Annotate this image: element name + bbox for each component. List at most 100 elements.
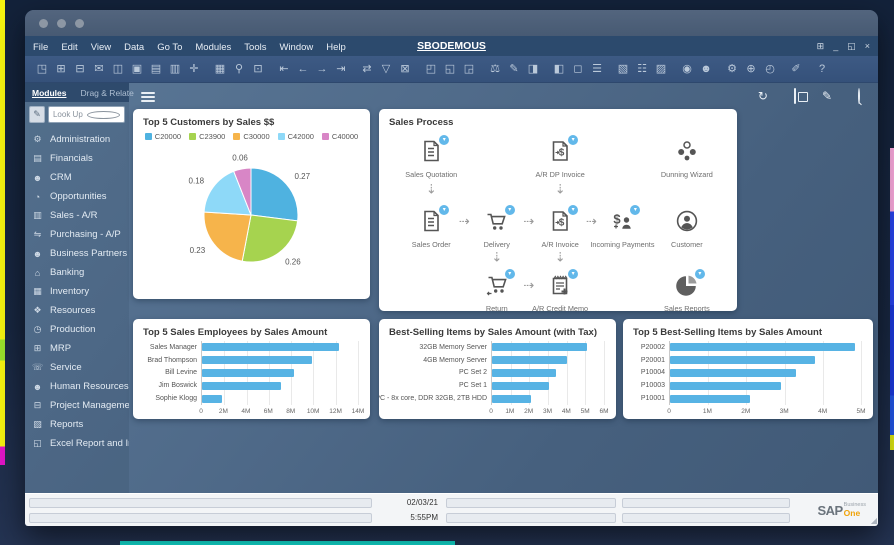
- sidebar-item-financials[interactable]: ▤Financials: [25, 149, 129, 168]
- node-action-badge[interactable]: ▾: [568, 135, 578, 145]
- print-preview-icon[interactable]: ⊟: [73, 64, 87, 75]
- sidebar-item-production[interactable]: ◷Production: [25, 320, 129, 339]
- traffic-light-zoom[interactable]: [75, 19, 84, 28]
- menu-window[interactable]: Window: [279, 42, 313, 53]
- menu-data[interactable]: Data: [124, 42, 144, 53]
- menu-modules[interactable]: Modules: [195, 42, 231, 53]
- edit-line-icon[interactable]: ✎: [507, 64, 521, 75]
- form-settings-icon[interactable]: ⊠: [398, 64, 412, 75]
- node-action-badge[interactable]: ▾: [695, 269, 705, 279]
- process-node-dunning-wizard[interactable]: Dunning Wizard: [654, 139, 720, 179]
- menu-go-to[interactable]: Go To: [157, 42, 182, 53]
- sidebar-item-service[interactable]: ☏Service: [25, 358, 129, 377]
- node-action-badge[interactable]: ▾: [630, 205, 640, 215]
- document-draft-icon[interactable]: ⚖: [488, 64, 502, 75]
- menu-help[interactable]: Help: [326, 42, 346, 53]
- process-node-a-r-dp-invoice[interactable]: ▾A/R DP Invoice: [527, 139, 593, 179]
- process-node-sales-reports[interactable]: ▾Sales Reports: [654, 273, 720, 311]
- send-email-icon[interactable]: ✉: [92, 64, 106, 75]
- sidebar-item-banking[interactable]: ⌂Banking: [25, 263, 129, 282]
- export-pdf-icon[interactable]: ▥: [168, 64, 182, 75]
- widget-gallery-icon[interactable]: [794, 90, 796, 102]
- copy-special-icon[interactable]: ◫: [111, 64, 125, 75]
- menu-settings-button[interactable]: ✎: [29, 106, 45, 123]
- next-record-icon[interactable]: →: [315, 64, 329, 75]
- time-icon[interactable]: ◴: [763, 64, 777, 75]
- process-node-a-r-invoice[interactable]: ▾A/R Invoice: [527, 209, 593, 249]
- process-node-return[interactable]: ▾Return: [464, 273, 530, 311]
- search-icon[interactable]: [858, 90, 860, 102]
- cockpit-menu-icon[interactable]: [141, 92, 155, 102]
- add-record-icon[interactable]: ⊡: [251, 64, 265, 75]
- journal-entry-icon[interactable]: ◱: [443, 64, 457, 75]
- refresh-record-icon[interactable]: ⇄: [360, 64, 374, 75]
- calendar-icon[interactable]: ▦: [213, 64, 227, 75]
- node-action-badge[interactable]: ▾: [568, 269, 578, 279]
- sidebar-item-crm[interactable]: ☻CRM: [25, 168, 129, 187]
- sidebar-item-mrp[interactable]: ⊞MRP: [25, 339, 129, 358]
- payment-means-icon[interactable]: ◧: [552, 64, 566, 75]
- node-action-badge[interactable]: ▾: [439, 135, 449, 145]
- minimize-icon[interactable]: _: [833, 41, 838, 51]
- settings-clock-icon[interactable]: ⚙: [725, 64, 739, 75]
- menu-tools[interactable]: Tools: [244, 42, 266, 53]
- sidebar-item-sales-a-r[interactable]: ▥Sales - A/R: [25, 206, 129, 225]
- sidebar-item-business-partners[interactable]: ☻Business Partners: [25, 244, 129, 263]
- base-document-icon[interactable]: ☷: [635, 64, 649, 75]
- volume-weight-icon[interactable]: ☰: [590, 64, 604, 75]
- process-node-a-r-credit-memo[interactable]: ▾A/R Credit Memo: [527, 273, 593, 311]
- export-excel-icon[interactable]: ▣: [130, 64, 144, 75]
- traffic-light-close[interactable]: [39, 19, 48, 28]
- gross-profit-icon[interactable]: ◻: [571, 64, 585, 75]
- tab-modules[interactable]: Modules: [25, 88, 73, 98]
- menu-file[interactable]: File: [33, 42, 48, 53]
- process-node-incoming-payments[interactable]: ▾Incoming Payments: [589, 209, 655, 249]
- document-settings-icon[interactable]: ◨: [526, 64, 540, 75]
- restore-icon[interactable]: ◱: [847, 41, 856, 52]
- menu-view[interactable]: View: [91, 42, 111, 53]
- add-widget-icon[interactable]: ⊕: [744, 64, 758, 75]
- sidebar-item-human-resources[interactable]: ☻Human Resources: [25, 377, 129, 396]
- close-icon[interactable]: ×: [865, 41, 870, 51]
- resize-grip[interactable]: ◢: [871, 516, 877, 525]
- help-icon[interactable]: ?: [815, 64, 829, 75]
- process-node-sales-quotation[interactable]: ▾Sales Quotation: [398, 139, 464, 179]
- node-action-badge[interactable]: ▾: [505, 205, 515, 215]
- sidebar-item-opportunities[interactable]: ◔Opportunities: [25, 187, 129, 206]
- sidebar-item-project-management[interactable]: ⊟Project Management: [25, 396, 129, 415]
- edit-pencil-icon[interactable]: ✎: [822, 90, 832, 102]
- target-document-icon[interactable]: ▨: [654, 64, 668, 75]
- export-word-icon[interactable]: ▤: [149, 64, 163, 75]
- sidebar-item-resources[interactable]: ❖Resources: [25, 301, 129, 320]
- move-form-icon[interactable]: ✛: [187, 64, 201, 75]
- approval-stamp-icon[interactable]: ☻: [699, 64, 713, 75]
- node-action-badge[interactable]: ▾: [568, 205, 578, 215]
- link-arrow-icon[interactable]: ◰: [424, 64, 438, 75]
- pencil-note-icon[interactable]: ✐: [789, 64, 803, 75]
- lock-screen-icon[interactable]: ◉: [680, 64, 694, 75]
- sidebar-item-inventory[interactable]: ▦Inventory: [25, 282, 129, 301]
- sidebar-item-excel-report-and-interactive-a[interactable]: ◱Excel Report and Interactive A: [25, 434, 129, 453]
- first-record-icon[interactable]: ⇤: [277, 64, 291, 75]
- process-node-customer[interactable]: Customer: [654, 209, 720, 249]
- print-icon[interactable]: ⊞: [54, 64, 68, 75]
- window-titlebar[interactable]: [25, 10, 878, 36]
- form-finder-icon[interactable]: ◳: [35, 64, 49, 75]
- node-action-badge[interactable]: ▾: [505, 269, 515, 279]
- sidebar-item-purchasing-a-p[interactable]: ⇋Purchasing - A/P: [25, 225, 129, 244]
- last-record-icon[interactable]: ⇥: [334, 64, 348, 75]
- journal-voucher-icon[interactable]: ◲: [462, 64, 476, 75]
- traffic-light-minimize[interactable]: [57, 19, 66, 28]
- node-action-badge[interactable]: ▾: [439, 205, 449, 215]
- menu-edit[interactable]: Edit: [61, 42, 77, 53]
- process-node-sales-order[interactable]: ▾Sales Order: [398, 209, 464, 249]
- refresh-icon[interactable]: ↻: [758, 90, 768, 102]
- transaction-journal-icon[interactable]: ▧: [616, 64, 630, 75]
- filter-table-icon[interactable]: ▽: [379, 64, 393, 75]
- find-icon[interactable]: ⚲: [232, 64, 246, 75]
- sidebar-item-reports[interactable]: ▧Reports: [25, 415, 129, 434]
- sidebar-item-administration[interactable]: ⚙Administration: [25, 130, 129, 149]
- process-node-delivery[interactable]: ▾Delivery: [464, 209, 530, 249]
- previous-record-icon[interactable]: ←: [296, 64, 310, 75]
- layout-grid-icon[interactable]: ⊞: [817, 41, 825, 52]
